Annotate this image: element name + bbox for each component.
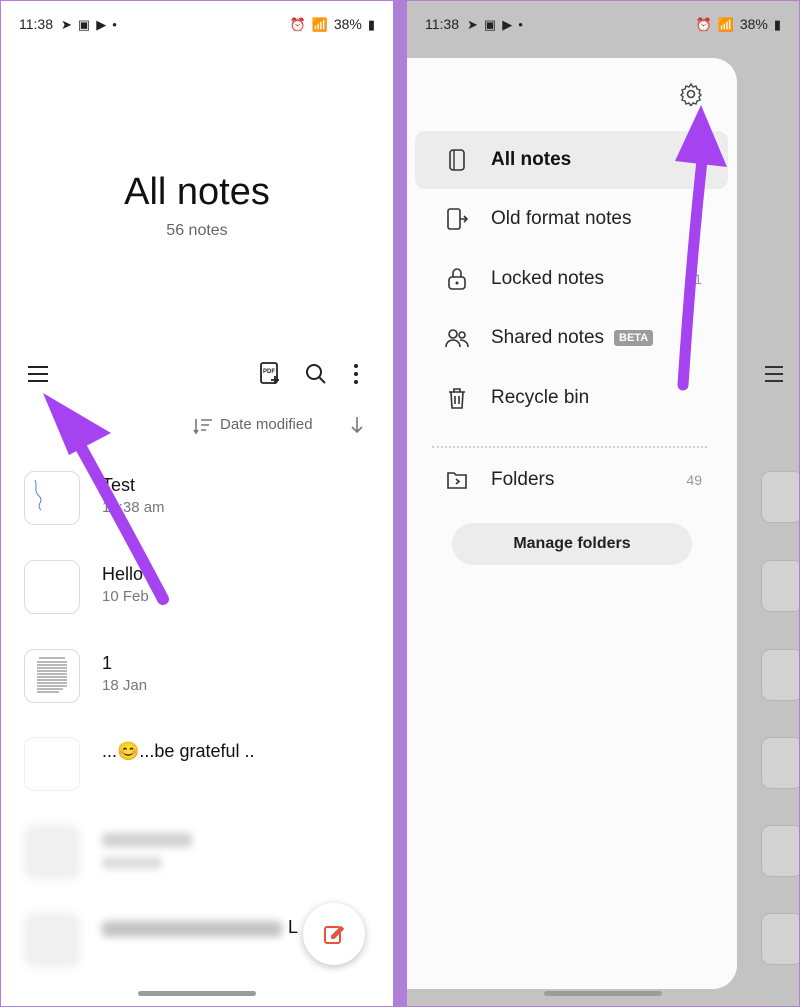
more-icon: [354, 364, 358, 384]
compose-icon: [324, 925, 345, 944]
play-icon: ▶: [96, 16, 107, 32]
alarm-icon: ⏰: [695, 16, 712, 32]
note-title: ...😊...be grateful ..: [102, 741, 255, 761]
drawer-item-count: 1: [694, 271, 702, 287]
note-title: Test: [102, 475, 136, 495]
shared-icon: [445, 329, 469, 348]
status-bar: 11:38 ➤ ▣ ▶ • ⏰ 📶 38% ▮: [1, 1, 393, 47]
note-thumbnail: [761, 649, 799, 701]
sort-bar: Date modified: [1, 413, 393, 439]
note-title: L: [288, 917, 299, 937]
pdf-button[interactable]: PDF: [252, 356, 288, 392]
drawer-item-all-notes[interactable]: All notes: [415, 131, 728, 189]
list-item[interactable]: Test 10:38 am: [24, 471, 373, 541]
menu-button[interactable]: [20, 356, 56, 392]
svg-text:PDF: PDF: [263, 369, 275, 375]
note-thumbnail: [24, 825, 80, 879]
note-thumbnail: [761, 560, 799, 612]
note-thumbnail: [24, 913, 80, 967]
battery-level: 38%: [739, 16, 768, 32]
dot-icon: •: [518, 16, 523, 32]
note-title: Hello: [102, 564, 144, 584]
toolbar: PDF: [1, 356, 393, 392]
note-thumbnail: [761, 471, 799, 523]
list-item[interactable]: [24, 825, 373, 895]
note-thumbnail: [24, 560, 80, 614]
drawer-item-shared-notes[interactable]: Shared notes BETA: [415, 309, 728, 367]
gallery-icon: ▣: [483, 16, 497, 32]
note-thumbnail: [761, 737, 799, 789]
lock-icon: [448, 268, 466, 290]
search-icon: [306, 364, 326, 384]
drawer-screen: 11:38 ➤ ▣ ▶ • ⏰ 📶 38% ▮ All notes Old fo…: [407, 1, 799, 1006]
folders-count: 49: [686, 472, 702, 488]
drawer-item-folders[interactable]: Folders 49: [415, 451, 728, 509]
menu-icon: [28, 366, 48, 382]
list-item[interactable]: 1 18 Jan: [24, 649, 373, 719]
notes-icon: [449, 149, 465, 171]
status-time: 11:38: [19, 16, 53, 32]
dot-icon: •: [112, 16, 117, 32]
list-item[interactable]: ...😊...be grateful ..: [24, 737, 373, 807]
settings-icon[interactable]: [679, 82, 703, 106]
notes-list-screen: 11:38 ➤ ▣ ▶ • ⏰ 📶 38% ▮ All notes 56 not…: [1, 1, 393, 1006]
status-time: 11:38: [425, 16, 459, 32]
gallery-icon: ▣: [77, 16, 91, 32]
wifi-icon: 📶: [717, 16, 734, 32]
manage-folders-button[interactable]: Manage folders: [452, 523, 692, 565]
note-date: 18 Jan: [102, 677, 148, 694]
list-item[interactable]: Hello 10 Feb: [24, 560, 373, 630]
drawer-item-old-format-notes[interactable]: Old format notes 4: [415, 190, 728, 248]
folder-icon: [447, 472, 467, 489]
search-button[interactable]: [298, 356, 334, 392]
note-date: 10 Feb: [102, 588, 149, 605]
battery-level: 38%: [333, 16, 362, 32]
old-format-icon: [447, 208, 468, 230]
note-thumbnail: [24, 649, 80, 703]
gesture-bar: [138, 991, 256, 996]
drawer-item-count: 4: [694, 211, 702, 227]
note-title: 1: [102, 653, 113, 673]
sort-icon[interactable]: [193, 417, 213, 435]
status-bar: 11:38 ➤ ▣ ▶ • ⏰ 📶 38% ▮: [407, 1, 799, 47]
wifi-icon: 📶: [311, 16, 328, 32]
divider: [432, 446, 707, 448]
telegram-icon: ➤: [467, 16, 478, 32]
trash-icon: [449, 388, 465, 409]
note-thumbnail: [24, 737, 80, 791]
navigation-drawer: All notes Old format notes 4 Locked note…: [407, 58, 737, 989]
arrow-down-icon[interactable]: [350, 416, 364, 434]
pdf-icon: PDF: [260, 362, 279, 384]
page-title: All notes: [124, 171, 270, 213]
note-thumbnail: [24, 471, 80, 525]
notes-count: 56 notes: [166, 222, 228, 239]
battery-icon: ▮: [773, 16, 781, 32]
alarm-icon: ⏰: [289, 16, 306, 32]
drawer-item-recycle-bin[interactable]: Recycle bin: [415, 369, 728, 427]
telegram-icon: ➤: [61, 16, 72, 32]
note-thumbnail: [761, 825, 799, 877]
more-options-button[interactable]: [338, 356, 374, 392]
note-thumbnail: [761, 913, 799, 965]
battery-icon: ▮: [367, 16, 375, 32]
play-icon: ▶: [502, 16, 513, 32]
sort-label[interactable]: Date modified: [220, 416, 313, 433]
menu-icon: [765, 366, 783, 382]
gesture-bar: [544, 991, 662, 996]
drawer-item-locked-notes[interactable]: Locked notes 1: [415, 250, 728, 308]
compose-button[interactable]: [303, 903, 365, 965]
beta-badge: BETA: [614, 330, 654, 346]
note-date: 10:38 am: [102, 499, 165, 516]
